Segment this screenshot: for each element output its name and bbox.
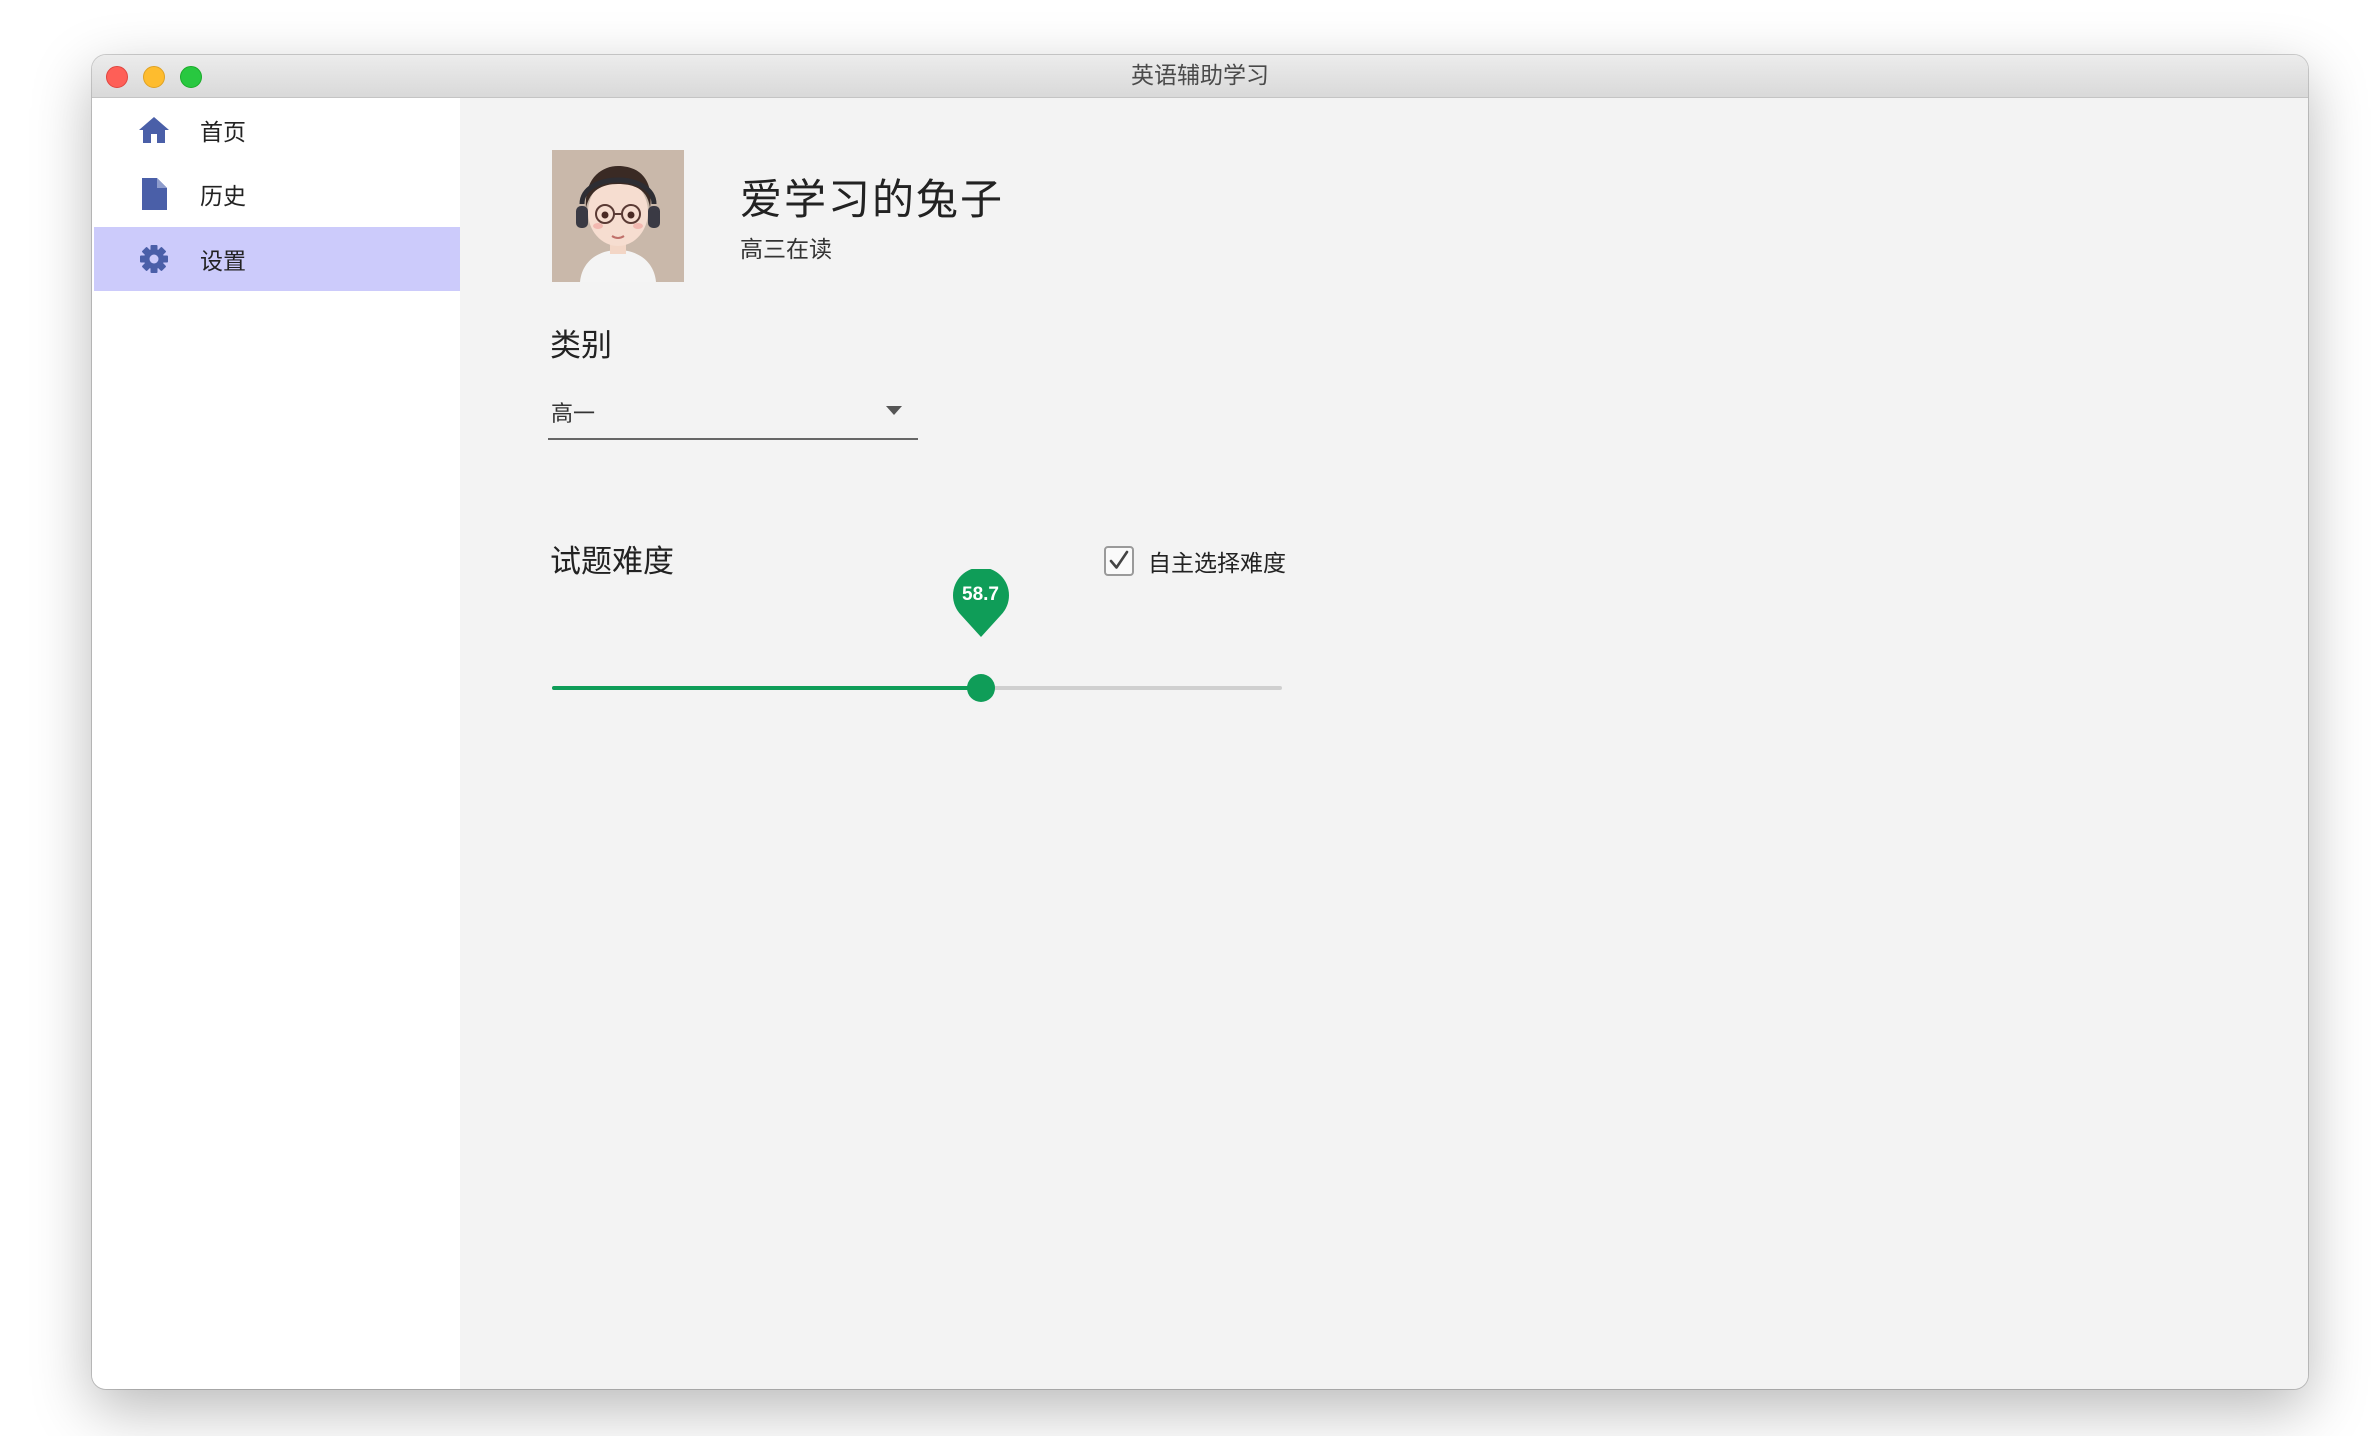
sidebar-item-label: 设置 [200,249,246,275]
document-icon [138,178,170,210]
category-select-value: 高一 [551,402,596,427]
sidebar: 首页 历史 设置 [92,98,460,1389]
chevron-down-icon [886,406,902,415]
custom-difficulty-toggle[interactable]: 自主选择难度 [1104,544,1286,578]
sidebar-item-settings[interactable]: 设置 [94,227,460,291]
difficulty-heading: 试题难度 [550,544,674,580]
avatar [552,150,684,282]
window-title: 英语辅助学习 [1131,63,1269,89]
category-heading: 类别 [550,328,612,364]
checkmark-icon [1109,550,1129,569]
title-bar: 英语辅助学习 [92,55,2308,98]
sidebar-item-home[interactable]: 首页 [94,98,460,162]
app-window: 英语辅助学习 首页 历史 设置 爱学习的兔子 高三在读 类别 高一 试题难度 自… [92,55,2308,1389]
category-select[interactable]: 高一 [548,382,918,440]
user-grade: 高三在读 [740,237,832,263]
difficulty-slider[interactable]: 58.7 [552,567,1282,708]
slider-fill [552,686,981,690]
custom-difficulty-label: 自主选择难度 [1148,551,1286,577]
sidebar-item-label: 首页 [200,120,246,146]
custom-difficulty-checkbox[interactable] [1104,546,1134,576]
sidebar-item-label: 历史 [200,184,246,210]
settings-panel: 爱学习的兔子 高三在读 类别 高一 试题难度 自主选择难度 58.7 [460,98,2308,1389]
user-name: 爱学习的兔子 [740,175,1005,224]
slider-value-pin: 58.7 [952,567,1010,639]
slider-thumb[interactable] [966,674,995,702]
slider-value-label: 58.7 [962,584,999,605]
home-icon [138,114,170,146]
gear-icon [138,243,170,275]
sidebar-item-history[interactable]: 历史 [94,162,460,226]
